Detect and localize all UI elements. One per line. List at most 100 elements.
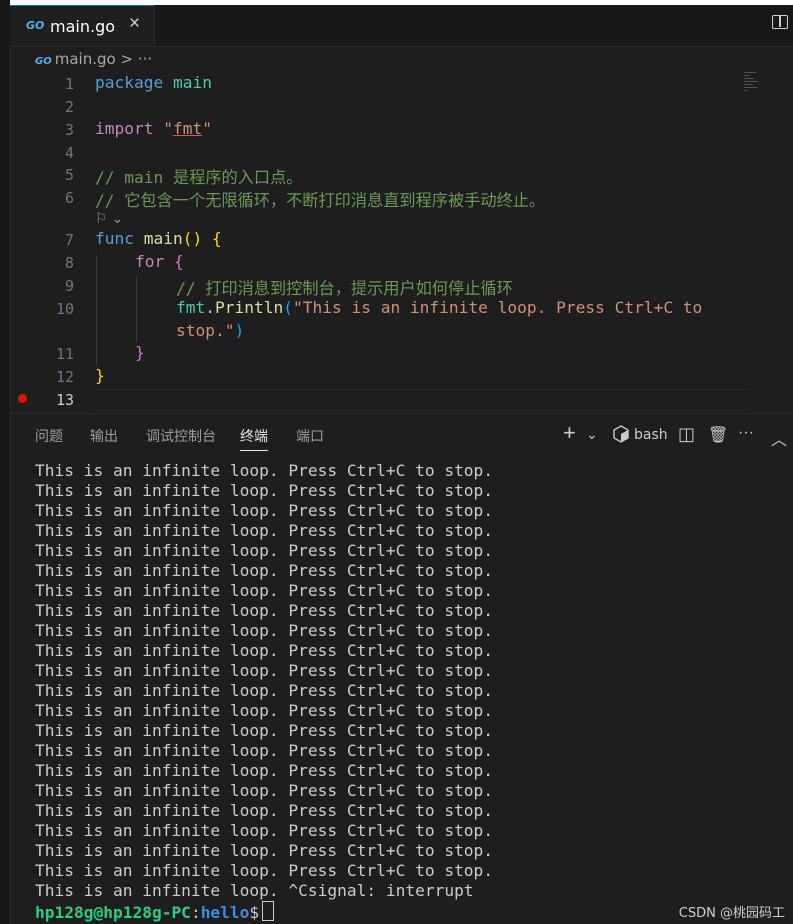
code-line-5: // main 是程序的入口点。 [95,168,303,187]
bracket: () [182,229,203,248]
more-icon[interactable]: ··· [738,424,754,442]
terminal-line: This is an infinite loop. Press Ctrl+C t… [35,681,494,700]
dot: . [205,298,215,317]
prompt-symbol: $ [249,903,260,922]
identifier: main [163,73,212,92]
breadcrumb-file[interactable]: main.go [55,50,116,68]
add-terminal-icon[interactable]: + [563,420,576,446]
code-line-8: for { [135,252,184,271]
line-number: 8 [64,254,74,272]
collapse-panel-icon[interactable]: ︿ [771,426,787,450]
line-number: 2 [64,98,74,116]
tab-main-go[interactable]: GO main.go × [10,5,155,46]
chevron-down-icon[interactable]: ⌄ [586,426,598,443]
code-editor[interactable]: 1 2 3 4 5 6 7 8 9 10 11 12 13 package ma… [10,72,793,412]
terminal-cursor [262,901,275,921]
terminal-line: This is an infinite loop. Press Ctrl+C t… [35,561,494,580]
terminal-line: This is an infinite loop. Press Ctrl+C t… [35,621,494,640]
function-name: Println [215,298,284,317]
line-number: 11 [55,345,74,363]
prompt-user: hp128g@hp128g-PC [35,903,191,922]
keyword: import [95,119,154,138]
shell-name[interactable]: bash [634,427,668,443]
terminal-line: This is an infinite loop. ^Csignal: inte… [35,881,474,900]
breadcrumb-more[interactable]: ··· [138,50,152,68]
terminal-line: This is an infinite loop. Press Ctrl+C t… [35,801,494,820]
terminal-line: This is an infinite loop. Press Ctrl+C t… [35,461,494,480]
tab-output[interactable]: 输出 [90,426,118,446]
chevron-right-icon: > [120,50,134,68]
split-editor-icon[interactable] [772,15,788,29]
line-number: 10 [55,300,74,318]
codelens-icon: ⚐ [95,210,108,226]
line-number: 13 [55,391,74,409]
code-line-11: } [135,343,145,362]
close-icon[interactable]: × [129,13,140,35]
tab-problems[interactable]: 问题 [35,426,63,446]
go-file-icon: GO [26,19,45,32]
prompt-dir: hello [200,903,250,922]
code-line-10: fmt.Println("This is an infinite loop. P… [176,298,702,317]
trash-icon[interactable]: 🗑 [708,425,728,445]
chevron-down-icon: ⌄ [111,210,124,226]
line-number: 1 [64,75,74,93]
line-number: 9 [64,277,74,295]
terminal-line: This is an infinite loop. Press Ctrl+C t… [35,761,494,780]
current-line-highlight [95,389,747,411]
code-line-6: // 它包含一个无限循环，不断打印消息直到程序被手动终止。 [95,191,546,210]
terminal-line: This is an infinite loop. Press Ctrl+C t… [35,581,494,600]
tab-title: main.go [50,17,116,36]
go-file-icon: GO [35,56,52,67]
terminal-line: This is an infinite loop. Press Ctrl+C t… [35,841,494,860]
bracket: ( [283,298,293,317]
terminal-line: This is an infinite loop. Press Ctrl+C t… [35,641,494,660]
string: stop." [176,321,235,340]
code-line-10-wrap: stop.") [176,321,244,340]
codelens[interactable]: ⚐ ⌄ [95,210,123,227]
terminal-line: This is an infinite loop. Press Ctrl+C t… [35,501,494,520]
string: " [153,119,173,138]
editor-tab-bar: GO main.go × [10,5,793,47]
function-name: main [133,229,183,248]
line-number: 3 [64,121,74,139]
prompt-colon: : [190,903,201,922]
code-line-9: // 打印消息到控制台，提示用户如何停止循环 [176,279,513,298]
code-line-7: func main() { [95,229,222,248]
terminal-line: This is an infinite loop. Press Ctrl+C t… [35,721,494,740]
breakpoint-icon[interactable] [18,394,27,403]
terminal-line: This is an infinite loop. Press Ctrl+C t… [35,741,494,760]
bracket: ) [234,321,245,340]
terminal-prompt[interactable]: hp128g@hp128g-PC:hello$ [35,901,275,923]
package-name: fmt [176,298,206,317]
code-line-12: } [95,366,105,385]
panel-divider[interactable] [10,413,793,414]
tab-terminal[interactable]: 终端 [240,426,268,451]
terminal-output[interactable]: This is an infinite loop. Press Ctrl+C t… [35,461,493,901]
keyword: func [95,229,134,248]
tab-debug-console[interactable]: 调试控制台 [146,426,216,446]
split-terminal-icon[interactable]: ◫ [678,424,695,445]
line-number: 12 [55,368,74,386]
terminal-line: This is an infinite loop. Press Ctrl+C t… [35,481,494,500]
terminal-line: This is an infinite loop. Press Ctrl+C t… [35,701,494,720]
keyword: for [135,252,165,271]
line-number: 6 [64,189,74,207]
tab-ports[interactable]: 端口 [296,426,324,446]
terminal-line: This is an infinite loop. Press Ctrl+C t… [35,541,494,560]
string: "This is an infinite loop. Press Ctrl+C … [292,298,703,317]
terminal-line: This is an infinite loop. Press Ctrl+C t… [35,821,494,840]
keyword: package [95,73,164,92]
line-number: 5 [64,166,74,184]
minimap[interactable] [744,72,758,98]
breadcrumb: GO main.go > ··· [35,50,152,68]
code-line-3: import "fmt" [95,119,212,138]
panel-tab-bar: 问题 输出 调试控制台 终端 端口 + ⌄ bash ◫ 🗑 ··· ︿ [10,416,793,454]
bash-shell-icon[interactable] [613,425,629,448]
terminal-line: This is an infinite loop. Press Ctrl+C t… [35,781,494,800]
indent-guide [96,255,97,365]
indent-guide [136,277,137,342]
bracket: { [164,252,184,271]
string: " [202,119,212,138]
code-line-1: package main [95,73,212,92]
terminal-line: This is an infinite loop. Press Ctrl+C t… [35,601,494,620]
